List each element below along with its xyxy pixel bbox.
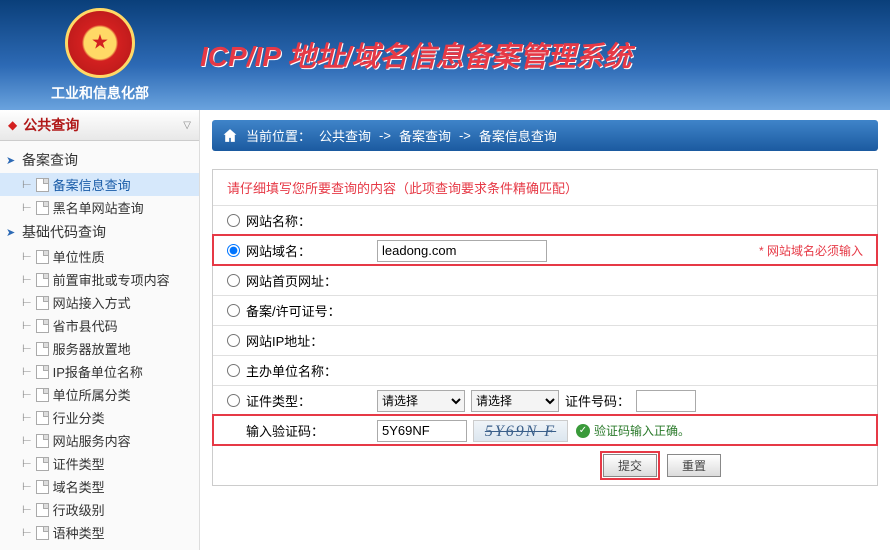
breadcrumb-item[interactable]: 公共查询 bbox=[319, 126, 371, 145]
captcha-image[interactable]: 5Y69N F bbox=[473, 420, 568, 442]
row-ip: 网站IP地址： bbox=[213, 325, 877, 355]
breadcrumb: 当前位置： 公共查询 -> 备案查询 -> 备案信息查询 bbox=[212, 120, 878, 151]
radio-domain[interactable]: 网站域名： bbox=[227, 241, 377, 260]
tree-item[interactable]: ⊢IP报备单位名称 bbox=[0, 360, 199, 383]
tree-item[interactable]: ⊢证件类型 bbox=[0, 452, 199, 475]
tree-item[interactable]: ⊢行政级别 bbox=[0, 498, 199, 521]
query-form: 请仔细填写您所要查询的内容（此项查询要求条件精确匹配） 网站名称： 网站域名： … bbox=[212, 169, 878, 486]
captcha-label: 输入验证码： bbox=[227, 421, 377, 440]
content-area: 当前位置： 公共查询 -> 备案查询 -> 备案信息查询 请仔细填写您所要查询的… bbox=[200, 110, 890, 550]
app-title: ICP/IP 地址/域名信息备案管理系统 bbox=[200, 35, 631, 75]
button-row: 提交 重置 bbox=[213, 445, 877, 485]
tree-item[interactable]: ⊢网站服务内容 bbox=[0, 429, 199, 452]
doc-icon bbox=[36, 201, 49, 215]
doc-icon bbox=[36, 388, 49, 402]
home-icon[interactable] bbox=[222, 128, 238, 144]
doc-icon bbox=[36, 319, 49, 333]
tree-item[interactable]: ⊢行业分类 bbox=[0, 406, 199, 429]
tree-item[interactable]: ⊢语种类型 bbox=[0, 521, 199, 544]
doc-icon bbox=[36, 503, 49, 517]
doc-icon bbox=[36, 365, 49, 379]
tree-item[interactable]: ⊢省市县代码 bbox=[0, 314, 199, 337]
check-icon: ✓ bbox=[576, 424, 590, 438]
sidebar-section-label: 公共查询 bbox=[23, 115, 79, 135]
emblem-block: 工业和信息化部 bbox=[0, 8, 200, 103]
ministry-name: 工业和信息化部 bbox=[0, 83, 200, 103]
doc-icon bbox=[36, 411, 49, 425]
breadcrumb-label: 当前位置： bbox=[246, 126, 311, 145]
tree-prefix-icon: ⊢ bbox=[22, 201, 32, 214]
captcha-input[interactable] bbox=[377, 420, 467, 442]
doc-icon bbox=[36, 457, 49, 471]
row-license: 备案/许可证号： bbox=[213, 295, 877, 325]
row-site-name: 网站名称： bbox=[213, 205, 877, 235]
row-sponsor: 主办单位名称： bbox=[213, 355, 877, 385]
domain-input[interactable] bbox=[377, 240, 547, 262]
chevron-down-icon: ▽ bbox=[183, 120, 191, 131]
radio-license[interactable]: 备案/许可证号： bbox=[227, 301, 377, 320]
row-cert-type: 证件类型： 请选择 请选择 证件号码： bbox=[213, 385, 877, 415]
doc-icon bbox=[36, 342, 49, 356]
reset-button[interactable]: 重置 bbox=[667, 454, 721, 477]
tree-item[interactable]: ⊢域名类型 bbox=[0, 475, 199, 498]
doc-icon bbox=[36, 273, 49, 287]
national-emblem-icon bbox=[65, 8, 135, 78]
submit-button[interactable]: 提交 bbox=[603, 454, 657, 477]
breadcrumb-item[interactable]: 备案查询 bbox=[399, 126, 451, 145]
tree-item[interactable]: ⊢前置审批或专项内容 bbox=[0, 268, 199, 291]
doc-icon bbox=[36, 178, 49, 192]
cert-no-label: 证件号码： bbox=[565, 391, 630, 410]
tree-item[interactable]: ⊢服务器放置地 bbox=[0, 337, 199, 360]
doc-icon bbox=[36, 434, 49, 448]
form-hint: 请仔细填写您所要查询的内容（此项查询要求条件精确匹配） bbox=[213, 170, 877, 205]
doc-icon bbox=[36, 296, 49, 310]
doc-icon bbox=[36, 526, 49, 540]
tree-group-basecode[interactable]: ➤ 基础代码查询 bbox=[0, 219, 199, 245]
bullet-icon: ◆ bbox=[8, 118, 17, 132]
radio-sponsor[interactable]: 主办单位名称： bbox=[227, 361, 377, 380]
sidebar: ◆ 公共查询 ▽ ➤ 备案查询 ⊢ 备案信息查询 ⊢ 黑名单网站查询 ➤ 基础代… bbox=[0, 110, 200, 550]
tree-item-filing-info[interactable]: ⊢ 备案信息查询 bbox=[0, 173, 199, 196]
row-captcha: 输入验证码： 5Y69N F ✓ 验证码输入正确。 bbox=[213, 415, 877, 445]
app-header: 工业和信息化部 ICP/IP 地址/域名信息备案管理系统 bbox=[0, 0, 890, 110]
tree-item[interactable]: ⊢单位所属分类 bbox=[0, 383, 199, 406]
cert-no-input[interactable] bbox=[636, 390, 696, 412]
row-homepage: 网站首页网址： bbox=[213, 265, 877, 295]
radio-cert-type[interactable]: 证件类型： bbox=[227, 391, 377, 410]
arrow-icon: ➤ bbox=[6, 226, 18, 239]
tree-item[interactable]: ⊢单位性质 bbox=[0, 245, 199, 268]
required-note: * 网站域名必须输入 bbox=[759, 242, 863, 259]
breadcrumb-item: 备案信息查询 bbox=[479, 126, 557, 145]
sidebar-tree: ➤ 备案查询 ⊢ 备案信息查询 ⊢ 黑名单网站查询 ➤ 基础代码查询 ⊢单位性质… bbox=[0, 141, 199, 550]
tree-item[interactable]: ⊢网站接入方式 bbox=[0, 291, 199, 314]
doc-icon bbox=[36, 250, 49, 264]
tree-group-filing[interactable]: ➤ 备案查询 bbox=[0, 147, 199, 173]
cert-type-select-2[interactable]: 请选择 bbox=[471, 390, 559, 412]
sidebar-section-header[interactable]: ◆ 公共查询 ▽ bbox=[0, 110, 199, 141]
row-domain: 网站域名： * 网站域名必须输入 bbox=[213, 235, 877, 265]
tree-prefix-icon: ⊢ bbox=[22, 178, 32, 191]
captcha-ok-text: 验证码输入正确。 bbox=[594, 422, 690, 439]
radio-site-name[interactable]: 网站名称： bbox=[227, 211, 377, 230]
doc-icon bbox=[36, 480, 49, 494]
cert-type-select-1[interactable]: 请选择 bbox=[377, 390, 465, 412]
radio-ip[interactable]: 网站IP地址： bbox=[227, 331, 377, 350]
radio-homepage[interactable]: 网站首页网址： bbox=[227, 271, 377, 290]
arrow-icon: ➤ bbox=[6, 154, 18, 167]
tree-item-blacklist[interactable]: ⊢ 黑名单网站查询 bbox=[0, 196, 199, 219]
